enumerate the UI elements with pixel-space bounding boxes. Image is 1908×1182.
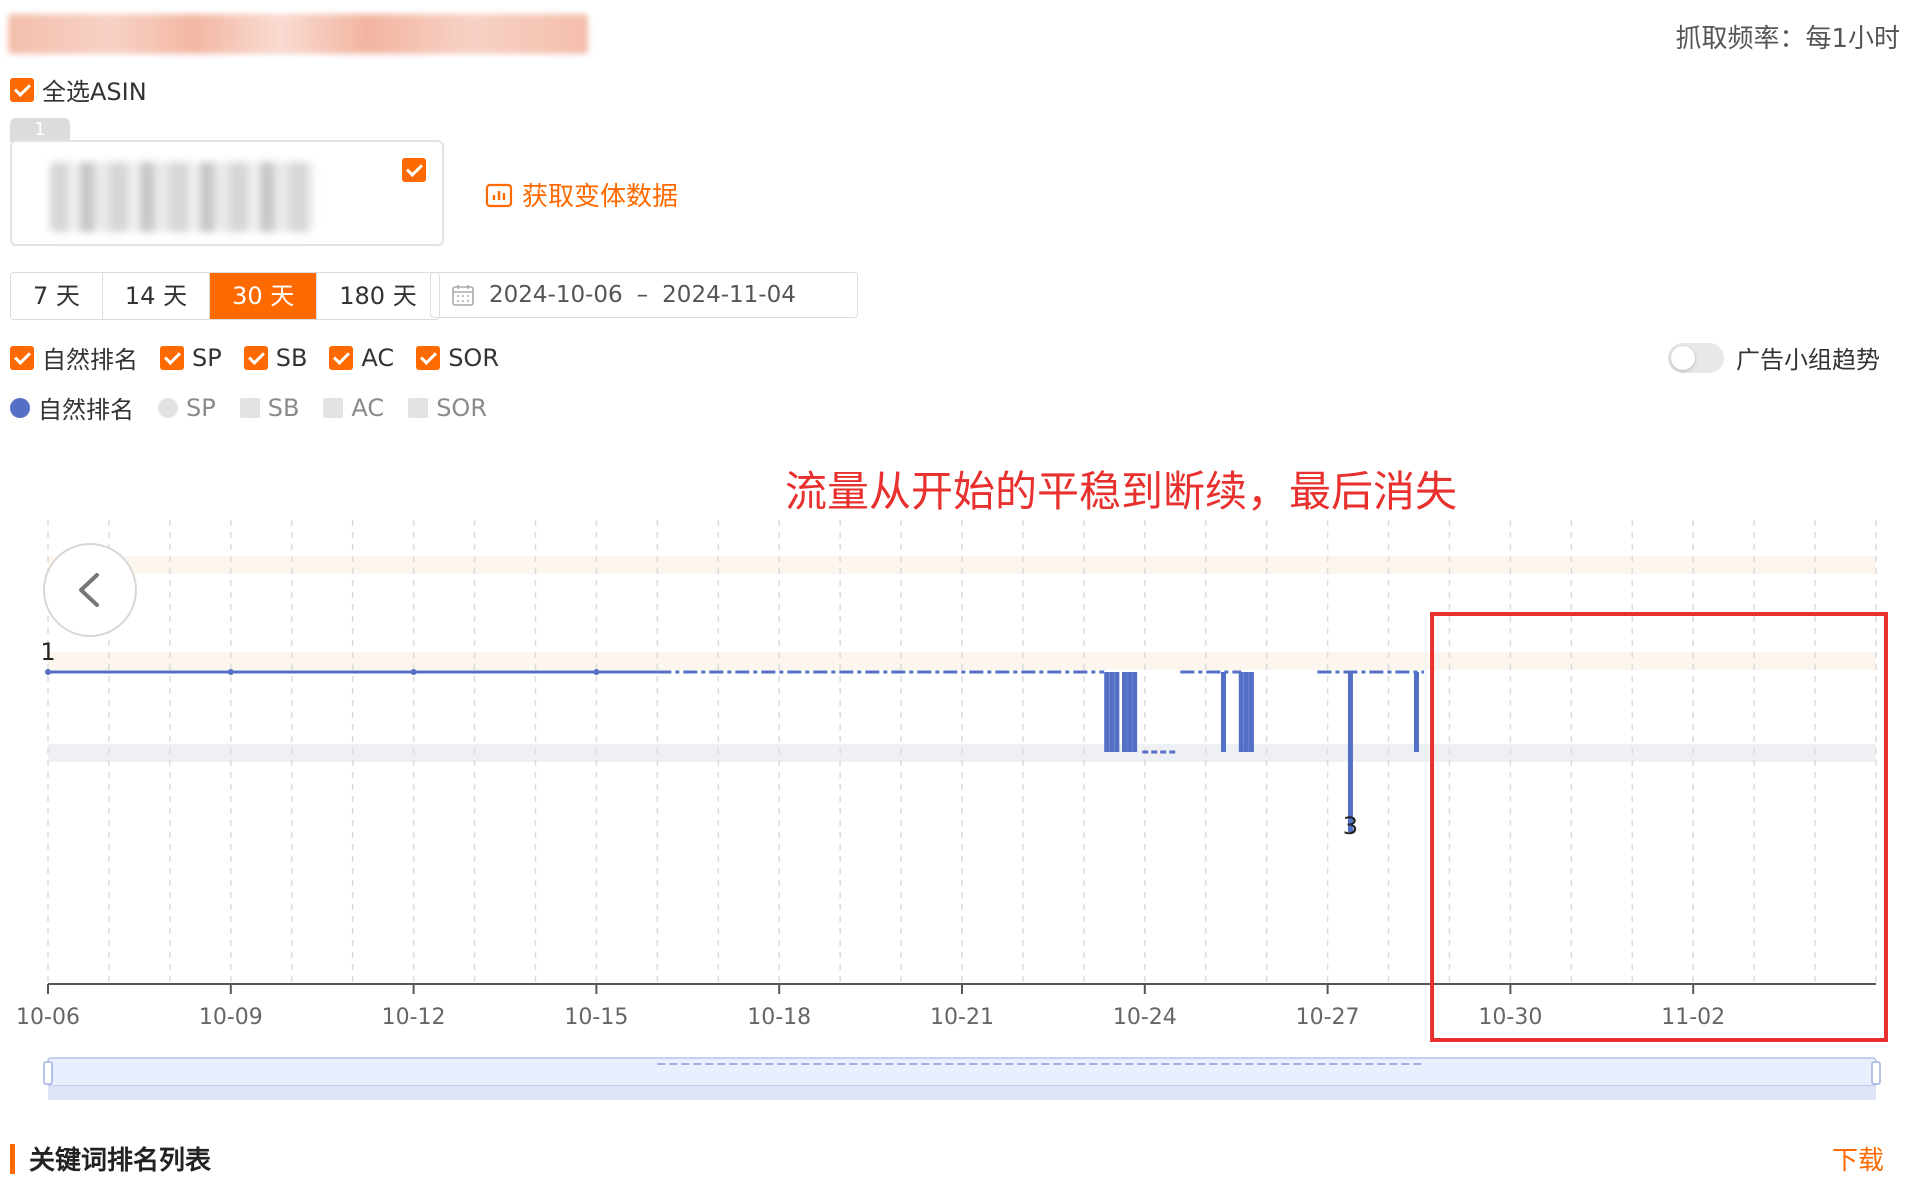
x-tick-label: 11-02	[1661, 1005, 1725, 1030]
series-point	[593, 669, 600, 675]
date-start: 2024-10-06	[489, 282, 623, 308]
filter-sp[interactable]: SP	[160, 344, 222, 372]
y-value-label: 1	[40, 638, 55, 666]
series-point	[227, 669, 234, 675]
legend-label: SP	[186, 393, 216, 422]
rank-type-filters: 自然排名 SP SB AC SOR	[10, 340, 499, 375]
chart-labels: 10-06 10-09 10-12 10-15 10-18 10-21 10-24 10-27…	[16, 638, 1725, 1030]
legend-item-sor[interactable]: SOR	[408, 394, 487, 422]
legend-label: AC	[351, 393, 385, 422]
date-end: 2024-11-04	[662, 282, 796, 308]
x-tick-label: 10-21	[930, 1005, 994, 1030]
chart-annotation: 流量从开始的平稳到断续，最后消失	[785, 467, 1457, 516]
select-all-asin-checkbox[interactable]: 全选ASIN	[10, 72, 147, 107]
highlight-box	[1430, 612, 1888, 1042]
filter-sb[interactable]: SB	[243, 343, 308, 372]
bar-chart-icon	[485, 183, 513, 207]
tab-180-days[interactable]: 180 天	[317, 273, 439, 319]
chart-zoom-slider[interactable]	[43, 1057, 1881, 1100]
x-tick-label: 10-27	[1296, 1005, 1360, 1030]
date-separator: –	[636, 282, 649, 308]
legend-square-icon	[408, 397, 429, 418]
legend-label: 自然排名	[38, 396, 134, 424]
x-tick-label: 10-06	[16, 1005, 80, 1030]
filter-organic-rank[interactable]: 自然排名	[10, 340, 138, 375]
section-accent-bar	[10, 1143, 15, 1174]
fetch-variant-data-label: 获取变体数据	[522, 182, 679, 212]
calendar-icon	[452, 285, 474, 306]
keyword-rank-list-title: 关键词排名列表	[10, 1140, 211, 1177]
x-tick-label: 10-24	[1113, 1005, 1177, 1030]
filter-label: SOR	[448, 343, 499, 372]
x-tick-label: 10-18	[747, 1005, 811, 1030]
download-button[interactable]: 下载	[1832, 1140, 1884, 1177]
filter-label: 自然排名	[42, 346, 138, 374]
x-tick-label: 10-15	[564, 1005, 628, 1030]
legend-item-ac[interactable]: AC	[323, 394, 384, 422]
series-point	[410, 669, 417, 675]
x-tick-label: 10-30	[1478, 1005, 1542, 1030]
zoom-handle-left	[43, 1061, 53, 1085]
filter-ac[interactable]: AC	[329, 344, 394, 372]
toggle-switch[interactable]	[1668, 342, 1724, 373]
chart-back-button[interactable]	[43, 543, 137, 637]
tab-30-days[interactable]: 30 天	[210, 273, 318, 319]
legend-circle-icon	[10, 397, 30, 418]
checkbox-checked-icon	[402, 158, 426, 182]
x-tick-label: 10-12	[382, 1005, 446, 1030]
date-range-picker[interactable]: 2024-10-06 – 2024-11-04	[430, 272, 858, 318]
legend-item-sb[interactable]: SB	[239, 393, 300, 422]
asin-index-tab: 1	[10, 118, 70, 142]
checkbox-checked-icon	[329, 345, 354, 370]
chart-highlight	[1430, 612, 1888, 1042]
legend-label: SB	[267, 393, 300, 422]
filter-label: AC	[361, 343, 395, 372]
fetch-variant-data-button[interactable]: 获取变体数据	[484, 176, 678, 213]
organic-rank-chart: 流量从开始的平稳到断续，最后消失 10-06 10-09 10-12 10-15 10-…	[16, 467, 1888, 1100]
crawl-frequency-label: 抓取频率：每1小时	[1675, 24, 1900, 54]
tab-14-days[interactable]: 14 天	[102, 273, 211, 319]
y-value-label: 3	[1343, 812, 1358, 840]
legend-label: SOR	[436, 393, 487, 422]
legend-square-icon	[323, 397, 344, 418]
filter-label: SB	[275, 343, 308, 372]
keyword-rank-list-label: 关键词排名列表	[29, 1146, 212, 1176]
ad-group-trend-label: 广告小组趋势	[1736, 346, 1880, 374]
legend-item-sp[interactable]: SP	[158, 394, 216, 422]
legend-square-icon	[239, 397, 260, 418]
filter-sor[interactable]: SOR	[416, 344, 499, 372]
chart-bands	[48, 556, 1876, 762]
legend-circle-icon	[158, 397, 178, 418]
select-all-label: 全选ASIN	[42, 78, 147, 106]
checkbox-checked-icon	[10, 77, 34, 102]
series-point	[45, 669, 51, 675]
zoom-track	[47, 1057, 1877, 1087]
checkbox-checked-icon	[160, 345, 184, 370]
checkbox-checked-icon	[10, 345, 34, 370]
filter-label: SP	[192, 343, 222, 372]
zoom-track-bottom	[48, 1086, 1876, 1100]
period-tabs: 7 天 14 天 30 天 180 天	[10, 272, 440, 320]
checkbox-checked-icon	[243, 345, 268, 370]
product-title-blurred	[8, 14, 588, 54]
asin-checkbox[interactable]	[402, 158, 426, 182]
x-tick-label: 10-09	[199, 1005, 263, 1030]
asin-info-blurred	[50, 162, 314, 232]
chart-legend: 自然排名 SP SB AC SOR	[10, 390, 487, 425]
zoom-handle-right	[1871, 1061, 1881, 1085]
checkbox-checked-icon	[416, 345, 441, 370]
tab-7-days[interactable]: 7 天	[11, 273, 103, 319]
back-button-circle[interactable]	[43, 543, 137, 637]
legend-item-organic-rank[interactable]: 自然排名	[10, 390, 134, 425]
ad-group-trend-toggle[interactable]: 广告小组趋势	[1668, 340, 1880, 375]
